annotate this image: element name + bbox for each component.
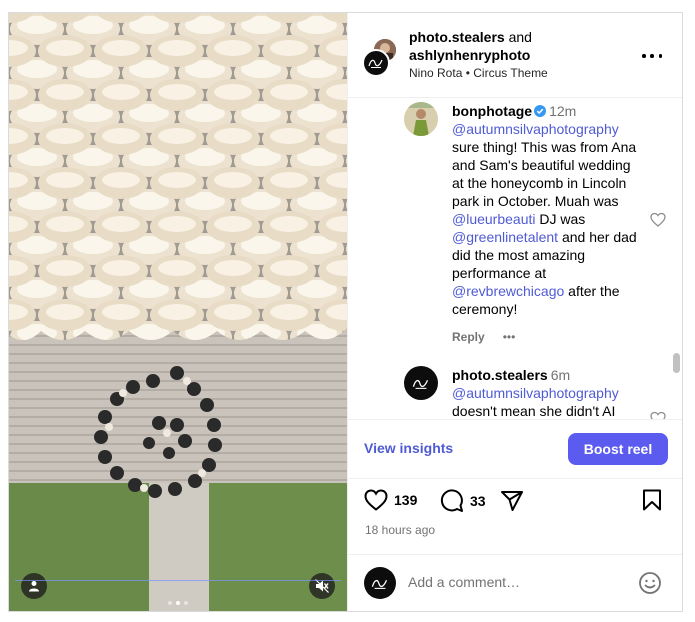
comment-username[interactable]: photo.stealers bbox=[452, 367, 548, 383]
comment-avatar[interactable] bbox=[404, 102, 438, 136]
insights-bar: View insights Boost reel bbox=[348, 419, 682, 479]
mention-link[interactable]: @revbrewchicago bbox=[452, 283, 564, 299]
audio-artist: Nino Rota bbox=[409, 66, 463, 80]
mention-link[interactable]: @greenlinetalent bbox=[452, 229, 558, 245]
bookmark-icon bbox=[643, 489, 661, 511]
video-page-dots bbox=[9, 601, 347, 605]
more-options-button[interactable] bbox=[642, 49, 662, 63]
audio-separator: • bbox=[465, 66, 470, 80]
emoji-icon[interactable] bbox=[638, 571, 662, 595]
collab-avatars[interactable] bbox=[362, 37, 398, 77]
authors-conjunction: and bbox=[508, 29, 532, 45]
speaker-muted-icon bbox=[315, 579, 329, 593]
like-comment-heart-icon[interactable] bbox=[650, 411, 666, 419]
comment-text: sure thing! This was from Ana and Sam's … bbox=[452, 139, 637, 209]
reel-video[interactable] bbox=[9, 13, 347, 611]
mute-button[interactable] bbox=[309, 573, 335, 599]
save-button[interactable] bbox=[642, 489, 662, 511]
like-comment-heart-icon[interactable] bbox=[650, 212, 666, 228]
share-icon bbox=[501, 491, 523, 511]
avatar-photo-stealers[interactable] bbox=[362, 49, 390, 77]
comment-body: bonphotage 12m @autumnsilvaphotography s… bbox=[452, 102, 642, 346]
comment-username[interactable]: bonphotage bbox=[452, 103, 532, 119]
add-comment-input[interactable] bbox=[408, 574, 618, 590]
audio-title: Circus Theme bbox=[473, 66, 548, 80]
share-button[interactable] bbox=[500, 489, 524, 513]
verified-badge-icon bbox=[534, 105, 547, 117]
mention-link[interactable]: @autumnsilvaphotography bbox=[452, 385, 619, 401]
video-progress-bar[interactable] bbox=[15, 580, 341, 581]
video-frame-image bbox=[9, 13, 347, 611]
photo-stealers-logo-icon bbox=[368, 59, 383, 68]
comment-button[interactable]: 33 bbox=[440, 489, 486, 513]
like-button[interactable]: 139 bbox=[364, 489, 417, 511]
heart-icon bbox=[364, 489, 388, 511]
comment-actions: Reply ••• bbox=[452, 328, 642, 346]
audio-attribution[interactable]: Nino Rota • Circus Theme bbox=[409, 66, 548, 80]
comment-time: 12m bbox=[549, 103, 577, 119]
photo-stealers-logo-icon bbox=[412, 379, 429, 389]
page-dot bbox=[168, 601, 172, 605]
dot bbox=[642, 54, 646, 58]
comments-list[interactable]: bonphotage 12m @autumnsilvaphotography s… bbox=[348, 98, 682, 419]
person-icon bbox=[29, 581, 39, 592]
comment-text: doesn't mean she didn't AI bbox=[452, 403, 616, 419]
comment-time: 6m bbox=[550, 367, 571, 383]
comment-more-button[interactable]: ••• bbox=[503, 328, 516, 346]
reply-button[interactable]: Reply bbox=[452, 328, 485, 346]
photo-stealers-logo-icon bbox=[371, 579, 388, 589]
author-ashlynhenryphoto[interactable]: ashlynhenryphoto bbox=[409, 47, 530, 63]
like-count: 139 bbox=[394, 492, 418, 508]
page-dot-active bbox=[176, 601, 180, 605]
post-authors: photo.stealers and ashlynhenryphoto bbox=[409, 28, 532, 64]
add-comment-bar bbox=[348, 554, 682, 611]
avatar-photo bbox=[404, 102, 438, 136]
reel-post-dialog: photo.stealers and ashlynhenryphoto Nino… bbox=[8, 12, 683, 612]
author-photo-stealers[interactable]: photo.stealers bbox=[409, 29, 505, 45]
tagged-people-button[interactable] bbox=[21, 573, 47, 599]
comment-avatar[interactable] bbox=[404, 366, 438, 400]
view-insights-link[interactable]: View insights bbox=[364, 440, 453, 456]
comment-body: photo.stealers 6m @autumnsilvaphotography… bbox=[452, 366, 642, 419]
boost-reel-button[interactable]: Boost reel bbox=[568, 433, 668, 465]
post-header: photo.stealers and ashlynhenryphoto Nino… bbox=[348, 13, 682, 98]
post-timestamp[interactable]: 18 hours ago bbox=[365, 523, 435, 537]
comments-scrollbar[interactable] bbox=[673, 353, 680, 373]
post-sidebar: photo.stealers and ashlynhenryphoto Nino… bbox=[347, 13, 682, 611]
comment-count: 33 bbox=[470, 493, 486, 509]
comment-text: DJ was bbox=[539, 211, 586, 227]
current-user-avatar bbox=[364, 567, 396, 599]
mention-link[interactable]: @autumnsilvaphotography bbox=[452, 121, 619, 137]
page-dot bbox=[184, 601, 188, 605]
post-actions: 139 33 bbox=[348, 489, 682, 519]
dot bbox=[658, 54, 662, 58]
comment-icon bbox=[440, 489, 463, 512]
mention-link[interactable]: @lueurbeauti bbox=[452, 211, 536, 227]
dot bbox=[650, 54, 654, 58]
